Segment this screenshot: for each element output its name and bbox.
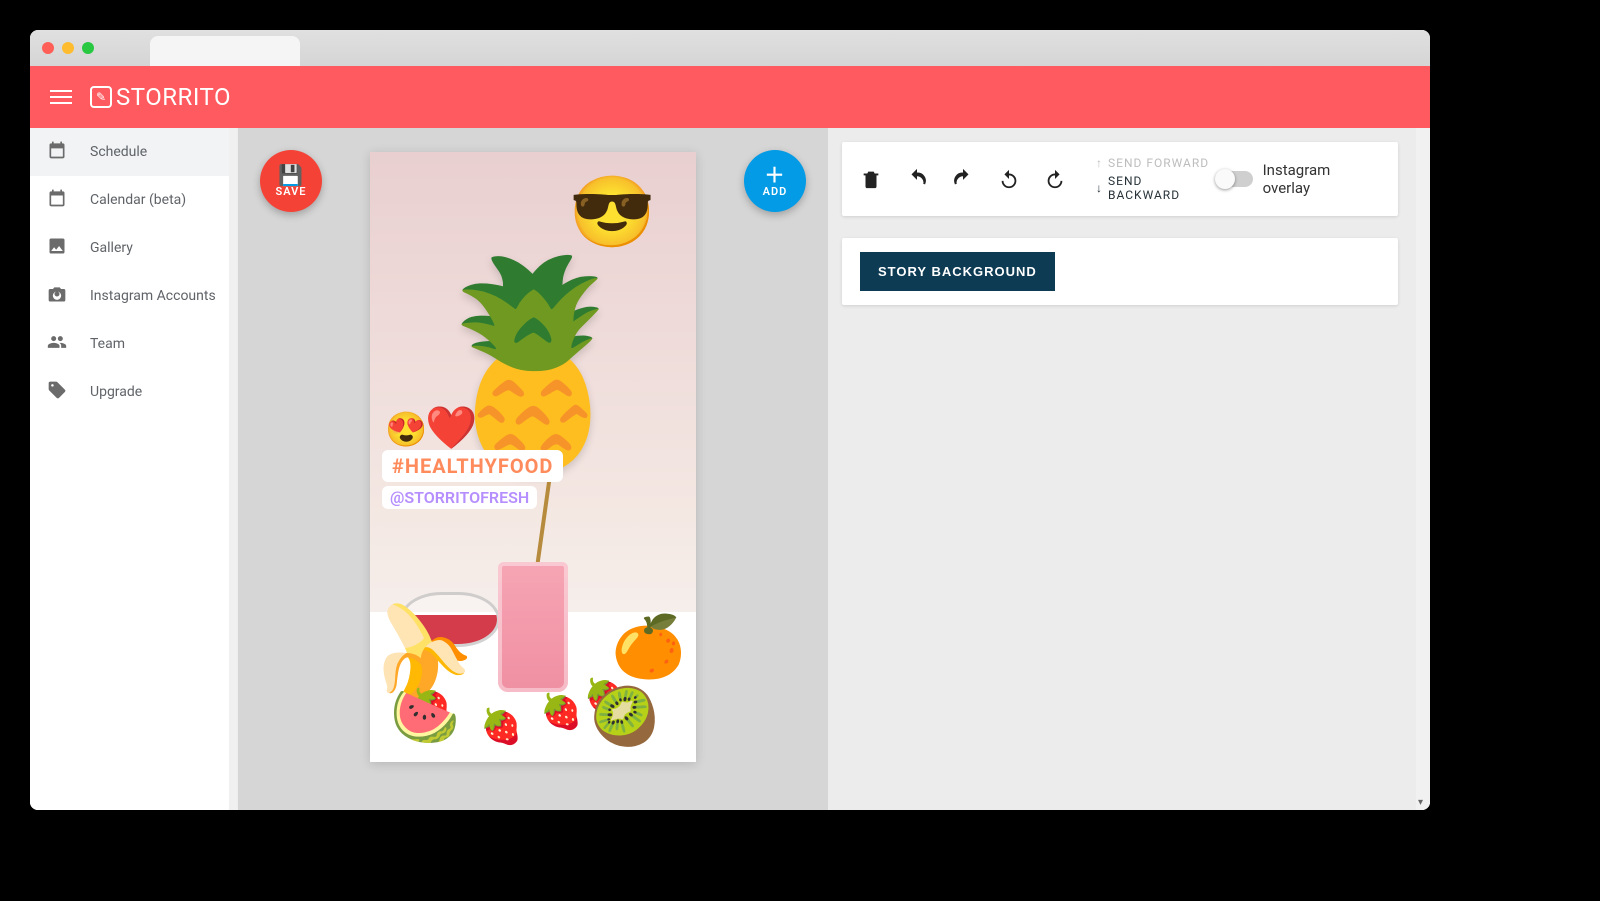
close-window-dot[interactable]: [42, 42, 54, 54]
heart-emoji-sticker[interactable]: ❤️: [425, 404, 477, 453]
story-background-button[interactable]: STORY BACKGROUND: [860, 252, 1055, 291]
browser-chrome-bar: [30, 30, 1430, 66]
raspberry-2: 🍓: [480, 707, 522, 747]
story-background-card: STORY BACKGROUND: [842, 238, 1398, 305]
delete-icon[interactable]: [860, 168, 882, 190]
app-name: STORRITO: [116, 83, 231, 111]
sidebar-item-calendar[interactable]: Calendar (beta): [30, 176, 237, 224]
send-forward-label: SEND FORWARD: [1108, 156, 1209, 170]
save-icon: 💾: [278, 165, 304, 185]
main-area: 💾 SAVE ＋ ADD 🍍 🍌 🍊 🍓 🍓: [238, 128, 1430, 810]
add-button-label: ADD: [763, 185, 788, 198]
hashtag-sticker[interactable]: #HEALTHYFOOD: [382, 450, 563, 482]
sidebar-item-label: Schedule: [90, 144, 147, 160]
raspberry-3: 🍓: [540, 692, 582, 732]
smoothie-glass: [498, 562, 568, 692]
gallery-icon: [46, 236, 68, 260]
sidebar-item-instagram-accounts[interactable]: Instagram Accounts: [30, 272, 237, 320]
app-body: Schedule Calendar (beta) Gallery Instagr…: [30, 128, 1430, 810]
schedule-icon: [46, 140, 68, 164]
toolbar-card: ↑ SEND FORWARD ↓ SEND BACKWARD Instagram…: [842, 142, 1398, 216]
sunglasses-emoji-sticker[interactable]: 😎: [569, 172, 656, 254]
canvas-zone: 💾 SAVE ＋ ADD 🍍 🍌 🍊 🍓 🍓: [238, 128, 828, 810]
hearteyes-emoji-sticker[interactable]: 😍: [385, 410, 427, 450]
sidebar-item-schedule[interactable]: Schedule: [30, 128, 237, 176]
watermelon-emoji-sticker[interactable]: 🍉: [390, 684, 460, 750]
save-button-label: SAVE: [276, 185, 307, 198]
calendar-icon: [46, 188, 68, 212]
send-forward-button[interactable]: ↑ SEND FORWARD: [1096, 156, 1217, 170]
sidebar-item-label: Gallery: [90, 240, 133, 256]
maximize-window-dot[interactable]: [82, 42, 94, 54]
rotate-cw-icon[interactable]: [1044, 168, 1066, 190]
story-canvas[interactable]: 🍍 🍌 🍊 🍓 🍓 🍓 🍓 😎 😍 ❤️ #HEALTHYFOOD @STORR…: [370, 152, 696, 762]
instagram-overlay-switch[interactable]: [1217, 171, 1253, 187]
z-order-controls: ↑ SEND FORWARD ↓ SEND BACKWARD: [1096, 156, 1217, 202]
sidebar-item-label: Calendar (beta): [90, 192, 186, 208]
save-button[interactable]: 💾 SAVE: [260, 150, 322, 212]
sidebar: Schedule Calendar (beta) Gallery Instagr…: [30, 128, 238, 810]
mention-sticker[interactable]: @STORRITOFRESH: [382, 486, 537, 509]
app-logo[interactable]: ✎ STORRITO: [90, 83, 231, 111]
team-icon: [46, 332, 68, 356]
tag-icon: [46, 380, 68, 404]
undo-icon[interactable]: [906, 168, 928, 190]
right-panel: ↑ SEND FORWARD ↓ SEND BACKWARD Instagram…: [828, 128, 1416, 810]
instagram-overlay-toggle-group: Instagram overlay: [1217, 161, 1380, 197]
add-button[interactable]: ＋ ADD: [744, 150, 806, 212]
logo-icon: ✎: [90, 86, 112, 108]
kiwi-emoji-sticker[interactable]: 🥝: [590, 684, 660, 750]
browser-window: ✎ STORRITO Schedule Calendar (beta): [30, 30, 1430, 810]
camera-icon: [46, 284, 68, 308]
plus-icon: ＋: [765, 165, 786, 185]
send-backward-button[interactable]: ↓ SEND BACKWARD: [1096, 174, 1217, 202]
sidebar-item-team[interactable]: Team: [30, 320, 237, 368]
orange-image: 🍊: [611, 611, 686, 682]
sidebar-item-label: Instagram Accounts: [90, 288, 216, 304]
minimize-window-dot[interactable]: [62, 42, 74, 54]
window-controls: [42, 42, 94, 54]
tool-icons: [860, 168, 1066, 190]
sidebar-item-gallery[interactable]: Gallery: [30, 224, 237, 272]
main-scrollbar[interactable]: [1416, 128, 1430, 810]
menu-icon[interactable]: [50, 90, 72, 104]
sidebar-item-upgrade[interactable]: Upgrade: [30, 368, 237, 416]
app-header: ✎ STORRITO: [30, 66, 1430, 128]
sidebar-item-label: Team: [90, 336, 125, 352]
send-backward-label: SEND BACKWARD: [1108, 174, 1217, 202]
arrow-down-icon: ↓: [1096, 181, 1103, 195]
sidebar-scrollbar[interactable]: [229, 128, 237, 810]
redo-icon[interactable]: [952, 168, 974, 190]
rotate-ccw-icon[interactable]: [998, 168, 1020, 190]
browser-tab[interactable]: [150, 36, 300, 66]
sidebar-item-label: Upgrade: [90, 384, 142, 400]
arrow-up-icon: ↑: [1096, 156, 1103, 170]
instagram-overlay-label: Instagram overlay: [1263, 161, 1380, 197]
